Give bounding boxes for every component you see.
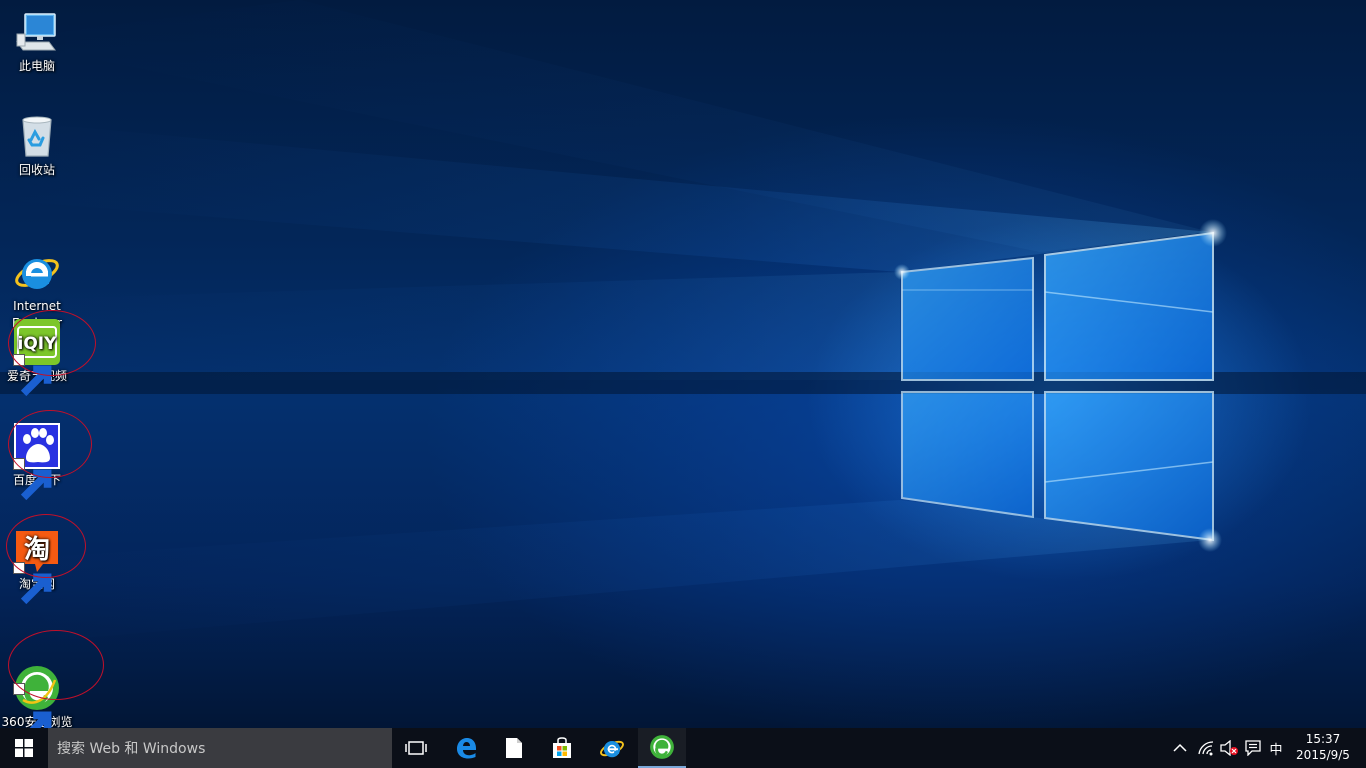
- volume-muted-icon: [1220, 740, 1238, 756]
- start-button[interactable]: [0, 728, 48, 768]
- notification-icon: [1245, 740, 1261, 756]
- windows-logo-icon: [15, 739, 33, 757]
- this-pc-icon: [13, 8, 61, 56]
- taskbar: 搜索 Web 和 Windows 中 15:37 2015/9/5: [0, 728, 1366, 768]
- desktop-icon-recycle-bin[interactable]: 回收站: [0, 112, 74, 179]
- annotation-circle-taobao: [6, 514, 86, 578]
- action-center-button[interactable]: [1242, 728, 1264, 768]
- internet-explorer-icon: [600, 740, 624, 758]
- 360-browser-icon: [650, 735, 674, 759]
- task-view-button[interactable]: [392, 728, 440, 768]
- clock-date: 2015/9/5: [1296, 748, 1350, 762]
- clock-time: 15:37: [1305, 732, 1341, 746]
- desktop-icon-this-pc[interactable]: 此电脑: [0, 8, 74, 75]
- network-tray-button[interactable]: [1194, 728, 1218, 768]
- recycle-bin-icon: [13, 112, 61, 160]
- chevron-up-icon: [1173, 743, 1187, 752]
- annotation-circle-baidu: [8, 410, 92, 478]
- wifi-icon: [1198, 741, 1214, 756]
- taskbar-360-browser[interactable]: [638, 728, 686, 768]
- task-view-icon: [405, 741, 427, 755]
- volume-tray-button[interactable]: [1218, 728, 1240, 768]
- store-icon: [553, 737, 571, 758]
- windows-hero-wallpaper: [0, 0, 1366, 640]
- ime-label: 中: [1269, 742, 1283, 758]
- ime-indicator[interactable]: 中: [1264, 728, 1288, 768]
- document-icon: [506, 738, 522, 758]
- search-box[interactable]: 搜索 Web 和 Windows: [48, 728, 392, 768]
- desktop-icon-label: 回收站: [18, 163, 55, 177]
- taskbar-edge[interactable]: [442, 728, 490, 768]
- annotation-circle-360-browser: [8, 630, 104, 700]
- taskbar-file-explorer[interactable]: [490, 728, 538, 768]
- edge-icon: [457, 738, 476, 759]
- annotation-circle-iqiyi: [8, 310, 96, 376]
- search-placeholder: 搜索 Web 和 Windows: [57, 741, 206, 757]
- show-hidden-icons-button[interactable]: [1168, 728, 1192, 768]
- desktop-icons: 此电脑 回收站 Internet iQIY 爱奇艺视频 百度一下 淘 淘宝网 3…: [0, 0, 120, 728]
- taskbar-store[interactable]: [538, 728, 586, 768]
- desktop-icon-label: 此电脑: [18, 59, 55, 73]
- taskbar-internet-explorer[interactable]: [588, 728, 636, 768]
- clock[interactable]: 15:37 2015/9/5: [1290, 731, 1356, 763]
- internet-explorer-icon: [13, 231, 61, 289]
- desktop-background: 此电脑 回收站 Internet iQIY 爱奇艺视频 百度一下 淘 淘宝网 3…: [0, 0, 1366, 728]
